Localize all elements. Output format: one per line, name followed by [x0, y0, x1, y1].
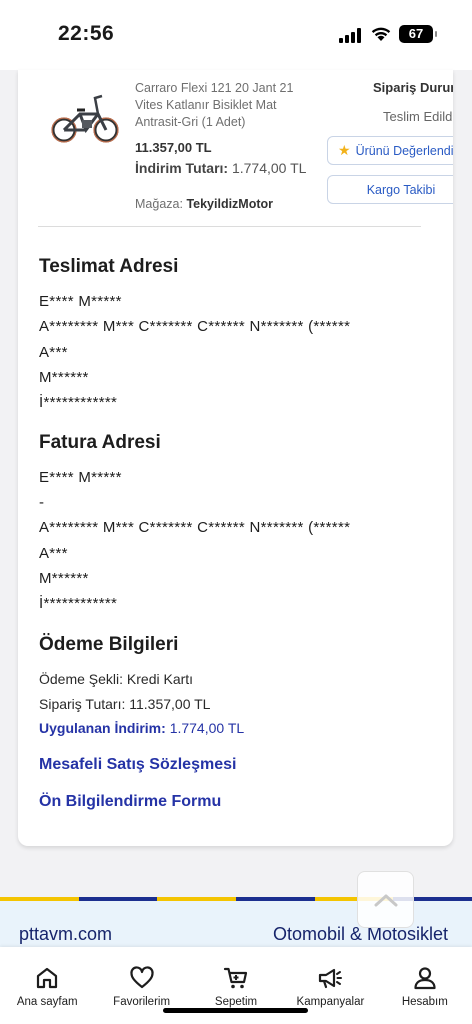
- cargo-tracking-button[interactable]: Kargo Takibi: [327, 175, 453, 204]
- footer-site-name[interactable]: pttavm.com: [19, 924, 112, 945]
- tab-label: Favorilerim: [113, 996, 171, 1008]
- status-bar: 22:56 67: [0, 0, 472, 70]
- home-indicator: [163, 1008, 308, 1013]
- product-image[interactable]: [48, 84, 122, 152]
- delivery-address-title: Teslimat Adresi: [39, 256, 179, 277]
- tab-label: Sepetim: [214, 996, 258, 1008]
- user-icon: [414, 967, 436, 990]
- billing-address-line: M******: [39, 570, 89, 587]
- store-name[interactable]: TekyildizMotor: [186, 197, 273, 211]
- footer-stripe: [78, 897, 158, 901]
- wifi-icon: [371, 27, 391, 41]
- delivery-address-line: E**** M*****: [39, 293, 122, 310]
- delivery-status: Teslim Edildi: [383, 109, 453, 124]
- product-name[interactable]: Carraro Flexi 121 20 Jant 21 Vites Katla…: [135, 80, 315, 131]
- battery-indicator: 67: [399, 25, 437, 43]
- footer-stripe: [236, 897, 315, 901]
- store-info: Mağaza: TekyildizMotor: [135, 197, 273, 211]
- order-total: Sipariş Tutarı: 11.357,00 TL: [39, 696, 211, 712]
- megaphone-icon: [319, 968, 343, 989]
- order-detail-card: Carraro Flexi 121 20 Jant 21 Vites Katla…: [18, 70, 453, 846]
- delivery-address-line: A***: [39, 344, 68, 361]
- footer-stripe: [157, 897, 237, 901]
- applied-discount-value: 1.774,00 TL: [169, 720, 245, 736]
- product-price: 11.357,00 TL: [135, 140, 212, 155]
- star-icon: ★: [338, 142, 351, 158]
- delivery-address-line: İ************: [39, 394, 118, 411]
- delivery-address-line: A******** M*** C******* C****** N*******…: [39, 318, 351, 335]
- heart-icon: [130, 966, 154, 989]
- chevron-up-icon: [374, 894, 397, 906]
- tab-account[interactable]: Hesabım: [378, 947, 472, 1024]
- tab-home[interactable]: Ana sayfam: [0, 947, 94, 1024]
- applied-discount: Uygulanan İndirim: 1.774,00 TL: [39, 720, 244, 736]
- payment-info-title: Ödeme Bilgileri: [39, 634, 179, 655]
- tab-label: Hesabım: [401, 996, 448, 1008]
- home-icon: [37, 967, 58, 989]
- tab-label: Kampanyalar: [296, 996, 365, 1008]
- cart-icon: [223, 967, 248, 989]
- distance-sales-contract-link[interactable]: Mesafeli Satış Sözleşmesi: [39, 756, 236, 774]
- product-discount-label: İndirim Tutarı:: [135, 160, 229, 176]
- billing-address-title: Fatura Adresi: [39, 432, 161, 453]
- status-time: 22:56: [58, 22, 115, 45]
- product-discount: İndirim Tutarı: 1.774,00 TL: [135, 160, 315, 176]
- billing-address-line: E**** M*****: [39, 469, 122, 486]
- rate-product-button[interactable]: ★ Ürünü Değerlendir: [327, 136, 453, 165]
- billing-address-line: A******** M*** C******* C****** N*******…: [39, 519, 351, 536]
- applied-discount-label: Uygulanan İndirim:: [39, 720, 166, 736]
- delivery-address-line: M******: [39, 369, 89, 386]
- tab-label: Ana sayfam: [16, 996, 78, 1008]
- billing-address-line: A***: [39, 545, 68, 562]
- payment-method: Ödeme Şekli: Kredi Kartı: [39, 671, 194, 687]
- billing-address-line: -: [39, 494, 45, 511]
- product-discount-value: 1.774,00 TL: [231, 160, 307, 176]
- preliminary-info-form-link[interactable]: Ön Bilgilendirme Formu: [39, 793, 221, 811]
- divider: [38, 226, 421, 227]
- rate-product-label: Ürünü Değerlendir: [355, 143, 453, 158]
- store-label: Mağaza:: [135, 197, 183, 211]
- order-status-label: Sipariş Durumu: [373, 80, 453, 95]
- scroll-to-top-button[interactable]: [357, 871, 414, 928]
- signal-icon: [339, 28, 363, 43]
- footer-stripe: [0, 897, 79, 901]
- billing-address-line: İ************: [39, 595, 118, 612]
